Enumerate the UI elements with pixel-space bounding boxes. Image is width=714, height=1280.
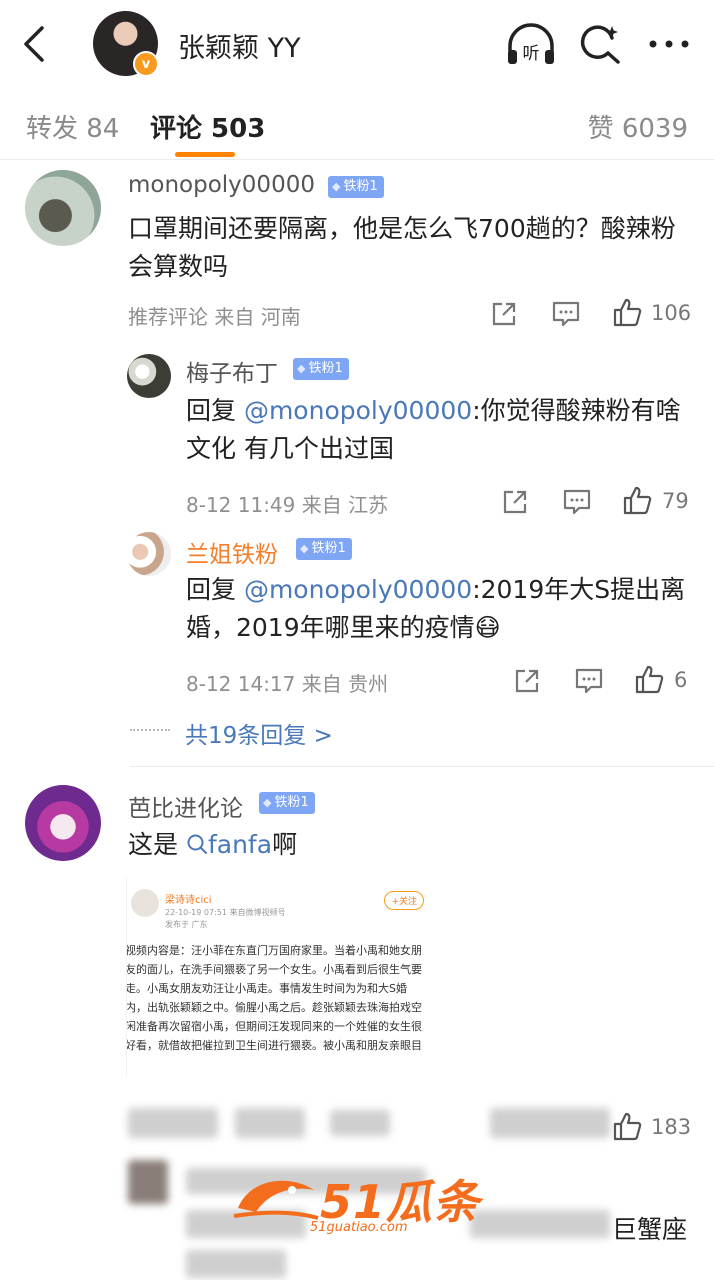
reply-username[interactable]: 兰姐铁粉 xyxy=(186,535,278,569)
blurred-content xyxy=(235,1108,305,1138)
share-icon[interactable] xyxy=(513,667,541,695)
embedded-location: 发布于 广东 xyxy=(165,920,208,929)
like-icon[interactable] xyxy=(612,1111,642,1141)
avatar[interactable] xyxy=(127,532,171,576)
reply-icon[interactable] xyxy=(551,300,581,328)
embedded-date: 22-10-19 07:51 来自微博视频号 xyxy=(165,908,286,917)
more-icon[interactable] xyxy=(644,22,694,66)
more-replies-link[interactable]: 共19条回复 > xyxy=(185,716,333,750)
comment-meta: 推荐评论 来自 河南 xyxy=(128,305,301,329)
share-icon[interactable] xyxy=(490,300,518,328)
reply-text: 回复 @monopoly00000:你觉得酸辣粉有啥文化 有几个出过国 xyxy=(186,396,681,463)
fan-badge: 铁粉1 xyxy=(259,792,315,814)
mask-emoji-icon: 😷 xyxy=(474,613,501,642)
embedded-username: 梁诗诗cici xyxy=(165,895,212,906)
divider xyxy=(130,766,714,767)
like-icon[interactable] xyxy=(634,664,664,694)
page-title[interactable]: 张颖颖 YY xyxy=(178,26,301,65)
back-icon[interactable] xyxy=(14,22,54,66)
comment-text: 这是 fanfa啊 xyxy=(128,830,298,859)
tab-bar: 转发 84 评论 503 赞 6039 xyxy=(0,96,714,160)
avatar[interactable] xyxy=(25,170,101,246)
like-count: 183 xyxy=(651,1115,692,1139)
reply-text: 回复 @monopoly00000:2019年大S提出离婚，2019年哪里来的疫… xyxy=(186,575,686,642)
comment-username[interactable]: monopoly00000 xyxy=(128,172,315,198)
listen-icon[interactable]: 听 xyxy=(504,22,558,68)
reply-meta: 8-12 11:49 来自 江苏 xyxy=(186,493,389,517)
tab-likes[interactable]: 赞 6039 xyxy=(588,108,688,145)
comment-username[interactable]: 芭比进化论 xyxy=(128,789,243,823)
blurred-content xyxy=(490,1108,610,1138)
like-count: 79 xyxy=(662,489,689,513)
reply-icon[interactable] xyxy=(562,488,592,516)
share-icon[interactable] xyxy=(501,488,529,516)
mention-link[interactable]: @monopoly00000 xyxy=(244,575,472,604)
reply-meta: 8-12 14:17 来自 贵州 xyxy=(186,672,389,696)
embedded-body: 视频内容是：汪小菲在东直门万国府家里。当着小禹和她女朋友的面儿，在洗手间猥亵了另… xyxy=(126,944,422,1052)
like-icon[interactable] xyxy=(612,297,642,327)
search-topic-link[interactable]: fanfa xyxy=(178,830,272,859)
avatar[interactable] xyxy=(127,354,171,398)
reply-username[interactable]: 梅子布丁 xyxy=(186,354,278,388)
fan-badge: 铁粉1 xyxy=(293,358,349,380)
blurred-content xyxy=(186,1250,286,1278)
search-icon[interactable] xyxy=(578,22,622,66)
fan-badge: 铁粉1 xyxy=(296,538,352,560)
like-count: 106 xyxy=(651,301,692,325)
tab-comments[interactable]: 评论 503 xyxy=(150,108,265,145)
like-count: 6 xyxy=(674,668,688,692)
blurred-content xyxy=(470,1210,610,1238)
partial-comment-text: 巨蟹座 xyxy=(612,1215,688,1244)
top-bar: v 张颖颖 YY 听 xyxy=(0,0,714,86)
verified-badge: v xyxy=(133,51,159,77)
tab-indicator xyxy=(175,152,235,157)
divider-dots xyxy=(130,729,170,731)
tab-repost[interactable]: 转发 84 xyxy=(26,108,119,145)
blurred-avatar xyxy=(128,1160,168,1204)
blurred-content xyxy=(330,1110,390,1136)
comment-text: 口罩期间还要隔离，他是怎么飞700趟的？酸辣粉会算数吗 xyxy=(128,214,676,281)
avatar xyxy=(131,889,159,917)
mention-link[interactable]: @monopoly00000 xyxy=(244,396,472,425)
svg-text:听: 听 xyxy=(523,44,540,64)
embedded-screenshot[interactable]: 梁诗诗cici 22-10-19 07:51 来自微博视频号 发布于 广东 +关… xyxy=(126,877,426,1077)
watermark-url: 51guatiao.com xyxy=(310,1220,408,1235)
reply-icon[interactable] xyxy=(574,667,604,695)
blurred-content xyxy=(128,1108,218,1138)
avatar[interactable] xyxy=(25,785,101,861)
like-icon[interactable] xyxy=(622,485,652,515)
follow-button: +关注 xyxy=(384,891,424,910)
search-icon xyxy=(178,830,208,859)
fan-badge: 铁粉1 xyxy=(328,176,384,198)
